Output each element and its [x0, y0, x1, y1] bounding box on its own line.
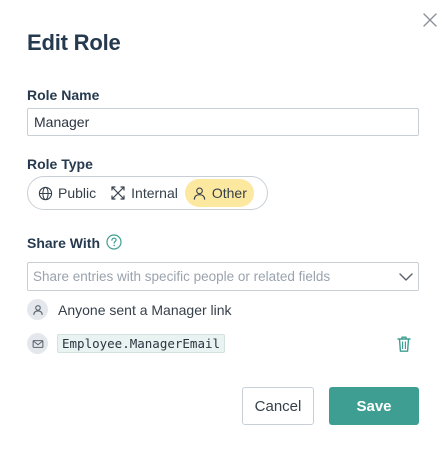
help-icon[interactable] — [106, 234, 122, 250]
role-type-option-other[interactable]: Other — [184, 179, 254, 207]
trash-icon[interactable] — [396, 335, 412, 353]
role-name-label: Role Name — [27, 87, 100, 103]
internal-icon — [111, 186, 125, 200]
share-entry-text: Anyone sent a Manager link — [58, 301, 232, 318]
mail-icon — [32, 339, 43, 348]
edit-role-dialog: Edit Role Role Name Role Type Public Int… — [0, 0, 446, 452]
role-type-option-label: Internal — [131, 185, 178, 201]
share-with-select[interactable]: Share entries with specific people or re… — [27, 262, 419, 291]
role-type-option-label: Other — [211, 185, 247, 201]
role-name-input[interactable] — [27, 108, 419, 136]
close-button[interactable] — [420, 10, 440, 30]
cancel-button[interactable]: Cancel — [242, 387, 314, 425]
role-type-option-public[interactable]: Public — [31, 179, 103, 207]
share-entry-link: Anyone sent a Manager link — [27, 299, 232, 320]
role-type-option-internal[interactable]: Internal — [103, 179, 185, 207]
share-entry-field: Employee.ManagerEmail — [27, 333, 226, 354]
close-icon — [423, 13, 437, 27]
person-icon — [32, 304, 43, 315]
avatar — [27, 299, 48, 320]
role-type-label: Role Type — [27, 156, 93, 172]
globe-icon — [38, 186, 53, 200]
avatar — [27, 333, 48, 354]
role-type-segmented-control: Public Internal Other — [27, 176, 268, 210]
role-type-option-label: Public — [58, 185, 97, 201]
save-button[interactable]: Save — [329, 387, 419, 425]
share-with-label: Share With — [27, 235, 100, 251]
chevron-down-icon — [399, 272, 413, 281]
field-reference-chip: Employee.ManagerEmail — [57, 334, 226, 353]
dialog-title: Edit Role — [27, 30, 121, 55]
person-icon — [193, 186, 206, 200]
share-with-placeholder: Share entries with specific people or re… — [33, 269, 331, 284]
